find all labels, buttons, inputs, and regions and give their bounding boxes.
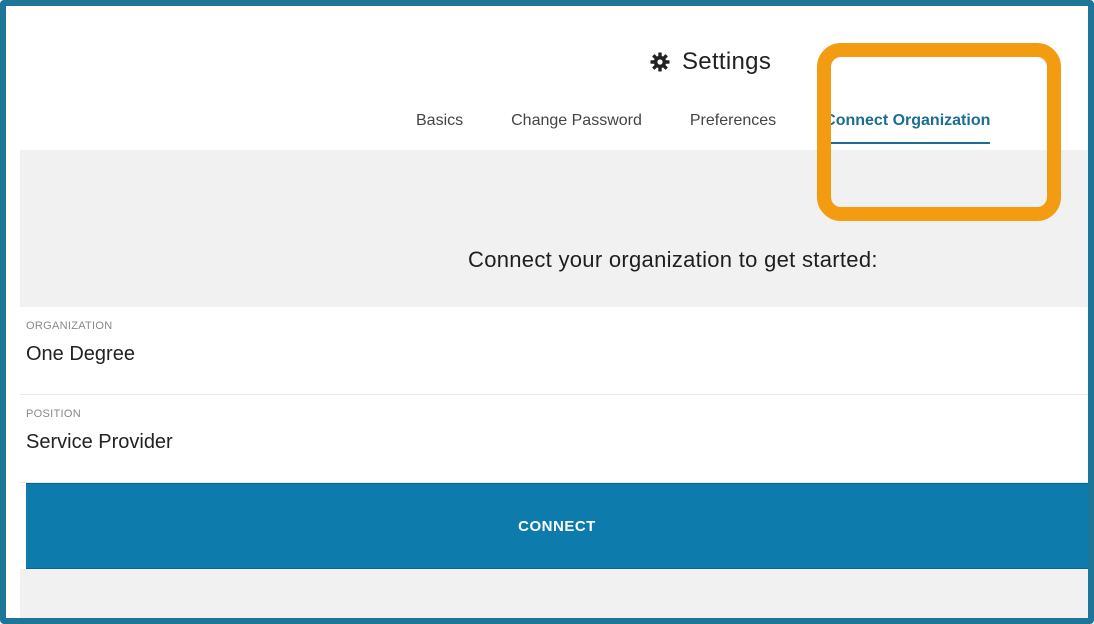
tab-basics[interactable]: Basics [416, 112, 463, 144]
settings-tabs: Basics Change Password Preferences Conne… [416, 112, 1038, 144]
tab-preferences[interactable]: Preferences [690, 112, 776, 144]
connect-button[interactable]: CONNECT [26, 483, 1088, 569]
tab-change-password[interactable]: Change Password [511, 112, 642, 144]
page-title-group: Settings [650, 48, 771, 76]
app-frame: Settings Basics Change Password Preferen… [0, 0, 1094, 624]
gear-icon [650, 52, 670, 72]
organization-input[interactable] [26, 343, 926, 366]
settings-header: Settings Basics Change Password Preferen… [20, 6, 1088, 150]
section-heading: Connect your organization to get started… [468, 247, 878, 272]
tab-connect-organization[interactable]: Connect Organization [824, 112, 991, 144]
position-field[interactable]: POSITION [20, 395, 1088, 483]
position-input[interactable] [26, 431, 926, 454]
position-label: POSITION [26, 408, 81, 420]
organization-label: ORGANIZATION [26, 320, 113, 332]
organization-field[interactable]: ORGANIZATION [20, 307, 1088, 395]
page-title: Settings [682, 48, 772, 75]
footer-area [20, 569, 1088, 618]
intro-section: Connect your organization to get started… [20, 150, 1088, 307]
settings-page: Settings Basics Change Password Preferen… [20, 6, 1088, 618]
